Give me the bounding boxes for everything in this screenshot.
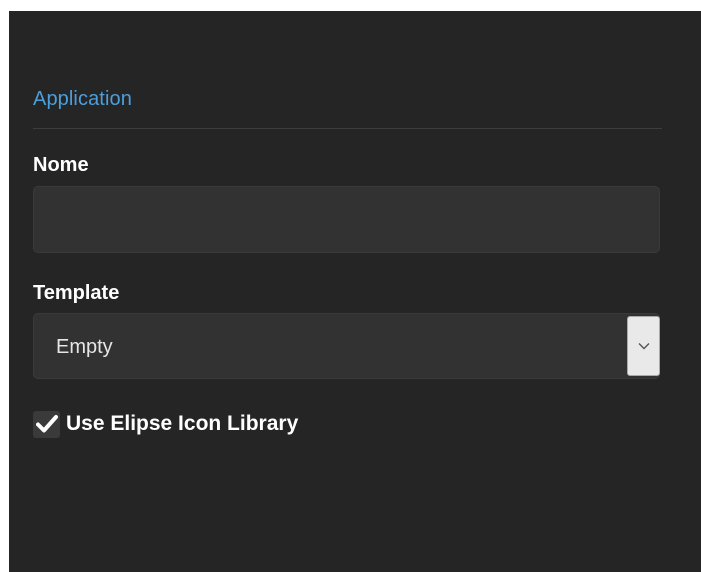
checkmark-icon — [35, 415, 58, 433]
section-title: Application — [33, 88, 132, 110]
name-input[interactable] — [33, 186, 660, 253]
icon-library-checkbox[interactable] — [33, 410, 60, 438]
icon-library-option[interactable]: Use Elipse Icon Library — [33, 409, 298, 439]
name-label: Nome — [33, 154, 89, 176]
application-settings-panel: Application Nome Template Empty Use Elip… — [9, 11, 701, 572]
icon-library-label: Use Elipse Icon Library — [66, 412, 299, 435]
section-divider — [33, 128, 662, 129]
dropdown-toggle-button[interactable] — [627, 316, 660, 376]
template-select[interactable]: Empty — [33, 313, 660, 379]
chevron-down-icon — [638, 343, 649, 350]
template-label: Template — [33, 282, 120, 304]
template-selected-value: Empty — [56, 336, 113, 358]
